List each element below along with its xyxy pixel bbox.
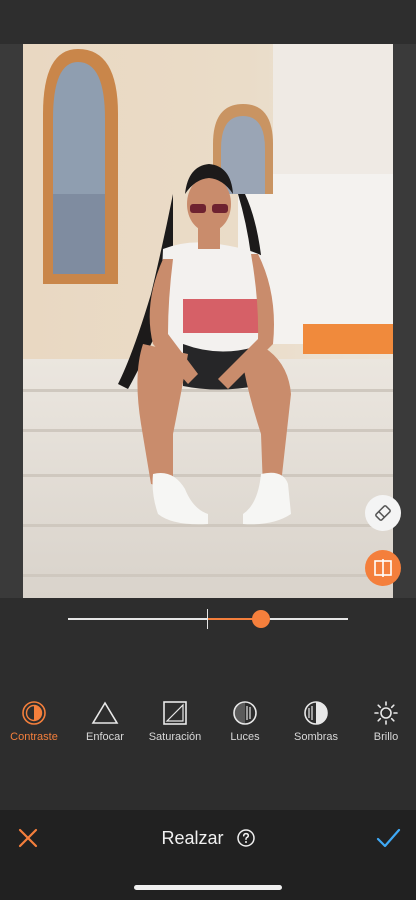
tool-label: Luces [230,731,260,743]
triangle-icon [91,701,119,724]
check-icon [376,828,401,848]
shadows-icon [304,701,328,725]
intensity-slider[interactable] [68,608,348,630]
home-indicator[interactable] [134,885,282,890]
tool-label: Saturación [148,731,202,743]
screen-title-text: Realzar [161,828,224,848]
photo-image [23,44,393,598]
tool-label: Enfocar [86,731,124,743]
sun-icon [374,701,398,725]
compare-split-icon [374,559,392,577]
tool-saturacion[interactable]: Saturación [135,700,215,743]
tool-contraste[interactable]: Contraste [0,700,74,743]
highlights-icon [233,701,257,725]
eraser-icon [375,505,391,521]
tool-label: Contraste [10,731,58,743]
slider-thumb[interactable] [252,610,271,628]
screen-title: Realzar [0,828,416,849]
top-bar [0,0,416,44]
adjust-tools-bar: Contraste Enfocar Saturación Luces Sombr… [0,700,416,750]
tool-sombras[interactable]: Sombras [276,700,356,743]
tool-brillo[interactable]: Brillo [346,700,416,743]
tool-label: Brillo [373,731,399,743]
photo-canvas-area [0,44,416,598]
saturation-icon [163,701,187,725]
compare-button[interactable] [365,550,401,586]
help-icon[interactable] [236,829,255,847]
tool-enfocar[interactable]: Enfocar [65,700,145,743]
confirm-button[interactable] [374,824,402,852]
eraser-button[interactable] [365,495,401,531]
slider-center-mark [207,609,208,629]
tool-luces[interactable]: Luces [205,700,285,743]
tool-label: Sombras [293,731,339,743]
contrast-icon [22,701,46,725]
photo-preview[interactable] [23,44,393,598]
